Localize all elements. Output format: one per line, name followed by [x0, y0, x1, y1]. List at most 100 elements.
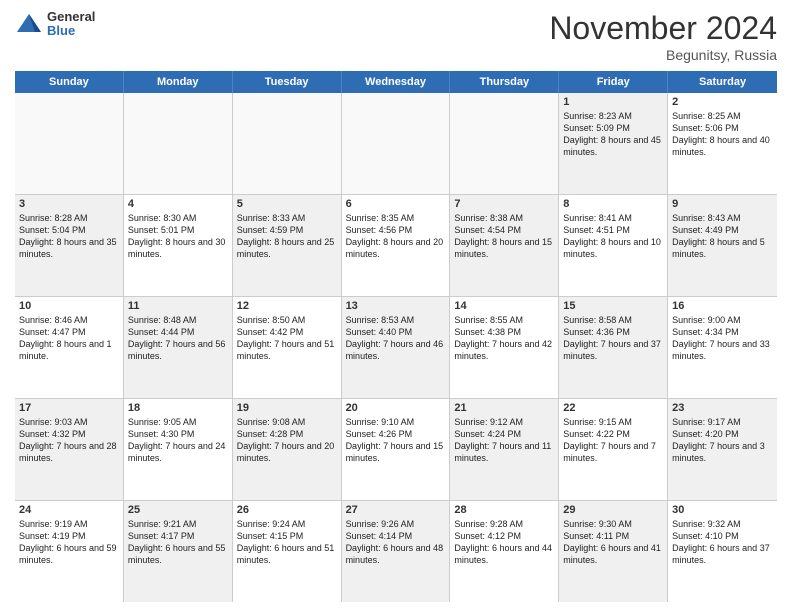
- day-number: 1: [563, 96, 663, 108]
- day-number: 15: [563, 300, 663, 312]
- logo-icon: [15, 10, 43, 38]
- day-number: 12: [237, 300, 337, 312]
- cell-info: Sunrise: 9:32 AM Sunset: 4:10 PM Dayligh…: [672, 518, 773, 567]
- logo-text: General Blue: [47, 10, 95, 39]
- day-number: 24: [19, 504, 119, 516]
- logo-blue-text: Blue: [47, 24, 95, 38]
- cell-info: Sunrise: 8:28 AM Sunset: 5:04 PM Dayligh…: [19, 212, 119, 261]
- day-number: 14: [454, 300, 554, 312]
- calendar-cell: 1Sunrise: 8:23 AM Sunset: 5:09 PM Daylig…: [559, 93, 668, 194]
- cell-info: Sunrise: 8:41 AM Sunset: 4:51 PM Dayligh…: [563, 212, 663, 261]
- day-number: 10: [19, 300, 119, 312]
- calendar-cell: 27 Sunrise: 9:26 AM Sunset: 4:14 PM Dayli…: [342, 501, 451, 602]
- cell-info: Sunrise: 8:58 AM Sunset: 4:36 PM Dayligh…: [563, 314, 663, 363]
- page: General Blue November 2024 Begunitsy, Ru…: [0, 0, 792, 612]
- day-number: 5: [237, 198, 337, 210]
- day-number: 20: [346, 402, 446, 414]
- calendar-week-1: 1Sunrise: 8:23 AM Sunset: 5:09 PM Daylig…: [15, 93, 777, 195]
- cell-info: Sunrise: 8:38 AM Sunset: 4:54 PM Dayligh…: [454, 212, 554, 261]
- calendar-cell: 18 Sunrise: 9:05 AM Sunset: 4:30 PM Dayli…: [124, 399, 233, 500]
- day-number: 4: [128, 198, 228, 210]
- calendar-cell: 7 Sunrise: 8:38 AM Sunset: 4:54 PM Daylig…: [450, 195, 559, 296]
- day-number: 17: [19, 402, 119, 414]
- day-number: 6: [346, 198, 446, 210]
- cell-info: Sunrise: 9:12 AM Sunset: 4:24 PM Dayligh…: [454, 416, 554, 465]
- calendar-cell: 12 Sunrise: 8:50 AM Sunset: 4:42 PM Dayli…: [233, 297, 342, 398]
- calendar-cell: 24 Sunrise: 9:19 AM Sunset: 4:19 PM Dayli…: [15, 501, 124, 602]
- calendar-cell: [233, 93, 342, 194]
- calendar-cell: 14Sunrise: 8:55 AM Sunset: 4:38 PM Dayli…: [450, 297, 559, 398]
- calendar-cell: 6 Sunrise: 8:35 AM Sunset: 4:56 PM Daylig…: [342, 195, 451, 296]
- day-number: 27: [346, 504, 446, 516]
- cell-info: Sunrise: 9:08 AM Sunset: 4:28 PM Dayligh…: [237, 416, 337, 465]
- calendar-cell: 3Sunrise: 8:28 AM Sunset: 5:04 PM Daylig…: [15, 195, 124, 296]
- calendar-cell: 8 Sunrise: 8:41 AM Sunset: 4:51 PM Daylig…: [559, 195, 668, 296]
- calendar-body: 1Sunrise: 8:23 AM Sunset: 5:09 PM Daylig…: [15, 93, 777, 602]
- day-number: 28: [454, 504, 554, 516]
- day-number: 8: [563, 198, 663, 210]
- header-tuesday: Tuesday: [233, 71, 342, 93]
- calendar-cell: 16 Sunrise: 9:00 AM Sunset: 4:34 PM Dayli…: [668, 297, 777, 398]
- cell-info: Sunrise: 8:50 AM Sunset: 4:42 PM Dayligh…: [237, 314, 337, 363]
- header-thursday: Thursday: [450, 71, 559, 93]
- cell-info: Sunrise: 9:10 AM Sunset: 4:26 PM Dayligh…: [346, 416, 446, 465]
- calendar-header: Sunday Monday Tuesday Wednesday Thursday…: [15, 71, 777, 93]
- calendar-week-3: 10 Sunrise: 8:46 AM Sunset: 4:47 PM Dayli…: [15, 297, 777, 399]
- calendar-cell: 25 Sunrise: 9:21 AM Sunset: 4:17 PM Dayli…: [124, 501, 233, 602]
- calendar-cell: 26 Sunrise: 9:24 AM Sunset: 4:15 PM Dayli…: [233, 501, 342, 602]
- day-number: 9: [672, 198, 773, 210]
- cell-info: Sunrise: 8:33 AM Sunset: 4:59 PM Dayligh…: [237, 212, 337, 261]
- cell-info: Sunrise: 8:48 AM Sunset: 4:44 PM Dayligh…: [128, 314, 228, 363]
- calendar-cell: 22 Sunrise: 9:15 AM Sunset: 4:22 PM Dayli…: [559, 399, 668, 500]
- cell-info: Sunrise: 8:53 AM Sunset: 4:40 PM Dayligh…: [346, 314, 446, 363]
- calendar-cell: 23Sunrise: 9:17 AM Sunset: 4:20 PM Dayli…: [668, 399, 777, 500]
- cell-info: Sunrise: 8:30 AM Sunset: 5:01 PM Dayligh…: [128, 212, 228, 261]
- calendar-cell: 2 Sunrise: 8:25 AM Sunset: 5:06 PM Daylig…: [668, 93, 777, 194]
- day-number: 22: [563, 402, 663, 414]
- day-number: 11: [128, 300, 228, 312]
- cell-info: Sunrise: 8:25 AM Sunset: 5:06 PM Dayligh…: [672, 110, 773, 159]
- cell-info: Sunrise: 8:43 AM Sunset: 4:49 PM Dayligh…: [672, 212, 773, 261]
- calendar-cell: 5 Sunrise: 8:33 AM Sunset: 4:59 PM Daylig…: [233, 195, 342, 296]
- header-friday: Friday: [559, 71, 668, 93]
- calendar-cell: 11 Sunrise: 8:48 AM Sunset: 4:44 PM Dayli…: [124, 297, 233, 398]
- cell-info: Sunrise: 9:19 AM Sunset: 4:19 PM Dayligh…: [19, 518, 119, 567]
- calendar-cell: 17 Sunrise: 9:03 AM Sunset: 4:32 PM Dayli…: [15, 399, 124, 500]
- calendar-week-2: 3Sunrise: 8:28 AM Sunset: 5:04 PM Daylig…: [15, 195, 777, 297]
- cell-info: Sunrise: 9:24 AM Sunset: 4:15 PM Dayligh…: [237, 518, 337, 567]
- day-number: 7: [454, 198, 554, 210]
- day-number: 25: [128, 504, 228, 516]
- calendar: Sunday Monday Tuesday Wednesday Thursday…: [15, 71, 777, 602]
- calendar-cell: 21 Sunrise: 9:12 AM Sunset: 4:24 PM Dayli…: [450, 399, 559, 500]
- day-number: 21: [454, 402, 554, 414]
- header: General Blue November 2024 Begunitsy, Ru…: [15, 10, 777, 63]
- day-number: 18: [128, 402, 228, 414]
- calendar-cell: 13Sunrise: 8:53 AM Sunset: 4:40 PM Dayli…: [342, 297, 451, 398]
- calendar-cell: 29Sunrise: 9:30 AM Sunset: 4:11 PM Dayli…: [559, 501, 668, 602]
- calendar-cell: [342, 93, 451, 194]
- calendar-cell: 20 Sunrise: 9:10 AM Sunset: 4:26 PM Dayli…: [342, 399, 451, 500]
- header-saturday: Saturday: [668, 71, 777, 93]
- cell-info: Sunrise: 9:30 AM Sunset: 4:11 PM Dayligh…: [563, 518, 663, 567]
- calendar-cell: 28 Sunrise: 9:28 AM Sunset: 4:12 PM Dayli…: [450, 501, 559, 602]
- calendar-cell: 30Sunrise: 9:32 AM Sunset: 4:10 PM Dayli…: [668, 501, 777, 602]
- cell-info: Sunrise: 9:05 AM Sunset: 4:30 PM Dayligh…: [128, 416, 228, 465]
- calendar-cell: 4 Sunrise: 8:30 AM Sunset: 5:01 PM Daylig…: [124, 195, 233, 296]
- calendar-week-5: 24 Sunrise: 9:19 AM Sunset: 4:19 PM Dayli…: [15, 501, 777, 602]
- cell-info: Sunrise: 9:28 AM Sunset: 4:12 PM Dayligh…: [454, 518, 554, 567]
- day-number: 19: [237, 402, 337, 414]
- day-number: 16: [672, 300, 773, 312]
- cell-info: Sunrise: 8:35 AM Sunset: 4:56 PM Dayligh…: [346, 212, 446, 261]
- calendar-cell: [15, 93, 124, 194]
- header-sunday: Sunday: [15, 71, 124, 93]
- day-number: 2: [672, 96, 773, 108]
- cell-info: Sunrise: 8:46 AM Sunset: 4:47 PM Dayligh…: [19, 314, 119, 363]
- cell-info: Sunrise: 9:03 AM Sunset: 4:32 PM Dayligh…: [19, 416, 119, 465]
- day-number: 26: [237, 504, 337, 516]
- cell-info: Sunrise: 9:21 AM Sunset: 4:17 PM Dayligh…: [128, 518, 228, 567]
- logo-general-text: General: [47, 10, 95, 24]
- cell-info: Sunrise: 9:26 AM Sunset: 4:14 PM Dayligh…: [346, 518, 446, 567]
- cell-info: Sunrise: 9:15 AM Sunset: 4:22 PM Dayligh…: [563, 416, 663, 465]
- calendar-cell: [450, 93, 559, 194]
- cell-info: Sunrise: 9:00 AM Sunset: 4:34 PM Dayligh…: [672, 314, 773, 363]
